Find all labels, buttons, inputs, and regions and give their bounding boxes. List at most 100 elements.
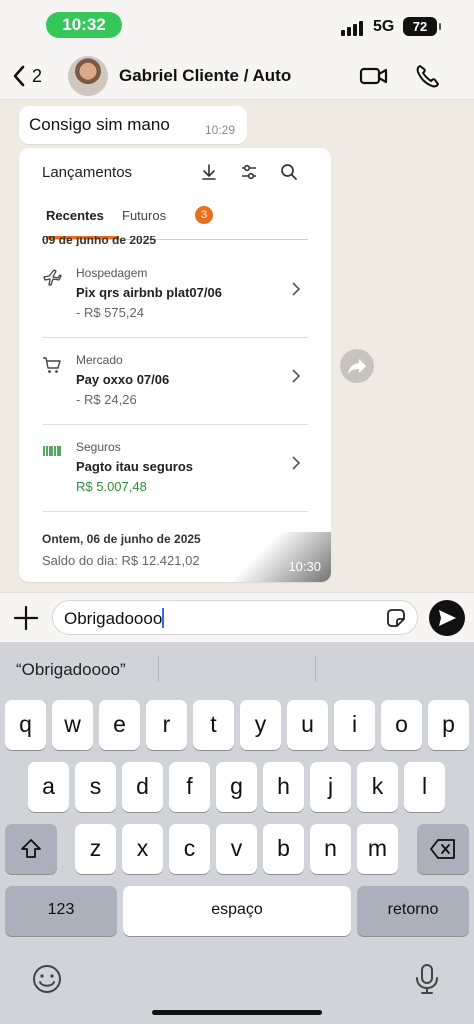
image-time: 10:30 <box>288 559 321 574</box>
send-icon <box>439 610 456 626</box>
key-u[interactable]: u <box>287 700 328 750</box>
key-k[interactable]: k <box>357 762 398 812</box>
key-e[interactable]: e <box>99 700 140 750</box>
plus-icon <box>13 605 39 631</box>
key-f[interactable]: f <box>169 762 210 812</box>
date-header: 09 de junho de 2025 <box>42 236 157 246</box>
status-bar: 10:32 5G 72 <box>0 0 474 52</box>
message-input[interactable]: Obrigadoooo <box>52 600 418 635</box>
tab-futuros: Futuros <box>122 208 167 223</box>
message-text: Consigo sim mano <box>29 115 170 134</box>
suggestion-separator <box>315 656 316 682</box>
sticker-icon <box>387 609 405 627</box>
key-d[interactable]: d <box>122 762 163 812</box>
share-arrow-icon <box>348 359 366 374</box>
back-button[interactable]: 2 <box>12 60 52 92</box>
key-j[interactable]: j <box>310 762 351 812</box>
chevron-right-icon <box>292 456 301 470</box>
divider <box>42 424 308 425</box>
backspace-icon <box>430 839 455 859</box>
key-p[interactable]: p <box>428 700 469 750</box>
key-a[interactable]: a <box>28 762 69 812</box>
text-caret <box>162 608 165 628</box>
chevron-right-icon <box>292 369 301 383</box>
unread-count: 2 <box>32 65 43 86</box>
transaction-row: Hospedagem Pix qrs airbnb plat07/06 - R$… <box>42 266 308 353</box>
emoji-icon <box>33 965 61 993</box>
suggestion-bar: “Obrigadoooo” <box>0 642 474 694</box>
chat-header: 2 Gabriel Cliente / Auto <box>0 52 474 100</box>
voice-call-button[interactable] <box>414 62 444 90</box>
chevron-left-icon <box>13 65 25 87</box>
key-q[interactable]: q <box>5 700 46 750</box>
dictation-button[interactable] <box>409 961 445 997</box>
home-indicator <box>152 1010 322 1015</box>
chevron-right-icon <box>292 282 301 296</box>
tab-recentes: Recentes <box>46 208 119 239</box>
image-message[interactable]: Lançamentos Recentes Futuros 3 09 de jun… <box>19 148 331 582</box>
video-call-button[interactable] <box>359 62 389 90</box>
key-g[interactable]: g <box>216 762 257 812</box>
transaction-row: Mercado Pay oxxo 07/06 - R$ 24,26 <box>42 353 308 440</box>
suggestion-separator <box>158 656 159 682</box>
filter-icon <box>239 162 259 182</box>
sticker-button[interactable] <box>385 607 407 629</box>
message-time: 10:29 <box>204 123 235 137</box>
key-t[interactable]: t <box>193 700 234 750</box>
key-y[interactable]: y <box>240 700 281 750</box>
search-icon <box>279 162 299 182</box>
backspace-key[interactable] <box>417 824 469 874</box>
transaction-category: Seguros <box>76 440 121 454</box>
transaction-category: Mercado <box>76 353 123 367</box>
key-b[interactable]: b <box>263 824 304 874</box>
attach-button[interactable] <box>13 605 39 631</box>
shift-key[interactable] <box>5 824 57 874</box>
transaction-description: Pix qrs airbnb plat07/06 <box>76 285 222 300</box>
shift-arrow-icon <box>21 839 41 858</box>
key-s[interactable]: s <box>75 762 116 812</box>
key-h[interactable]: h <box>263 762 304 812</box>
suggestion-word[interactable]: “Obrigadoooo” <box>16 660 126 680</box>
space-key[interactable]: espaço <box>123 886 351 936</box>
battery-icon: 72 <box>403 17 441 36</box>
composer-bar: Obrigadoooo <box>0 592 474 642</box>
key-v[interactable]: v <box>216 824 257 874</box>
key-l[interactable]: l <box>404 762 445 812</box>
send-button[interactable] <box>429 600 465 636</box>
screenshot-image: Lançamentos Recentes Futuros 3 09 de jun… <box>23 152 327 578</box>
contact-name[interactable]: Gabriel Cliente / Auto <box>119 66 291 86</box>
signal-icon <box>341 20 367 36</box>
divider <box>42 511 308 512</box>
futuros-badge: 3 <box>195 206 213 224</box>
key-i[interactable]: i <box>334 700 375 750</box>
key-o[interactable]: o <box>381 700 422 750</box>
tab-bar: Recentes Futuros 3 <box>42 204 308 240</box>
status-time: 10:32 <box>46 12 122 38</box>
key-m[interactable]: m <box>357 824 398 874</box>
transaction-amount: - R$ 24,26 <box>76 392 137 407</box>
image-time-overlay: 10:30 <box>211 532 331 582</box>
transaction-description: Pay oxxo 07/06 <box>76 372 170 387</box>
key-z[interactable]: z <box>75 824 116 874</box>
forward-button[interactable] <box>340 349 374 383</box>
transaction-row: Seguros Pagto itau seguros R$ 5.007,48 <box>42 440 308 527</box>
barcode-icon <box>42 442 62 462</box>
key-w[interactable]: w <box>52 700 93 750</box>
screen-title: Lançamentos <box>42 164 133 181</box>
key-x[interactable]: x <box>122 824 163 874</box>
airplane-icon <box>42 268 62 288</box>
return-key[interactable]: retorno <box>357 886 469 936</box>
avatar[interactable] <box>68 56 108 96</box>
cart-icon <box>42 355 62 375</box>
video-camera-icon <box>359 67 388 85</box>
message-bubble[interactable]: Consigo sim mano 10:29 <box>19 106 247 144</box>
transaction-amount: R$ 5.007,48 <box>76 479 147 494</box>
key-c[interactable]: c <box>169 824 210 874</box>
numbers-key[interactable]: 123 <box>5 886 117 936</box>
emoji-button[interactable] <box>29 961 65 997</box>
phone-icon <box>416 65 439 88</box>
key-n[interactable]: n <box>310 824 351 874</box>
day-title: Ontem, 06 de junho de 2025 <box>42 532 201 546</box>
key-r[interactable]: r <box>146 700 187 750</box>
download-icon <box>199 162 219 182</box>
